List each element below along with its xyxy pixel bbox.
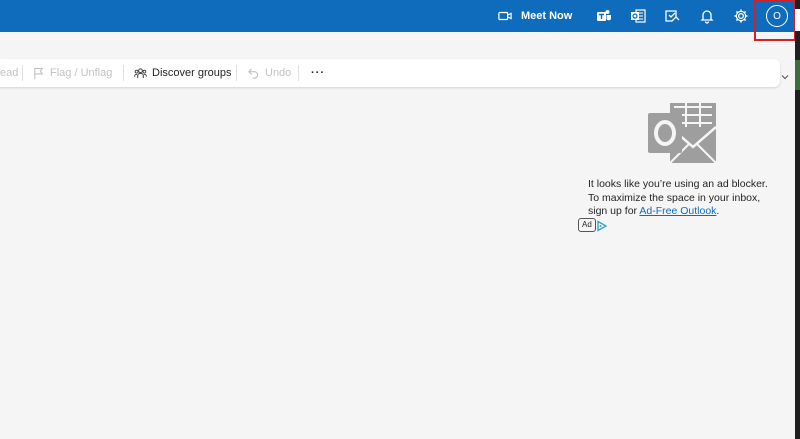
bell-icon[interactable] bbox=[693, 0, 721, 32]
more-options-button[interactable]: ··· bbox=[311, 59, 325, 87]
command-toolbar: ead Flag / Unflag Discover groups Undo ·… bbox=[0, 59, 780, 87]
teams-icon[interactable] bbox=[590, 0, 618, 32]
read-unread-button[interactable]: ead bbox=[0, 59, 18, 87]
adchoices-icon[interactable] bbox=[596, 219, 608, 232]
undo-icon bbox=[247, 67, 265, 80]
outlook-icon[interactable] bbox=[624, 0, 652, 32]
undo-label: Undo bbox=[265, 67, 292, 79]
edge-marker bbox=[795, 9, 800, 31]
ad-badge: Ad bbox=[578, 218, 596, 232]
read-unread-label: ead bbox=[0, 67, 19, 79]
meet-now-button[interactable]: Meet Now bbox=[498, 0, 584, 32]
video-icon bbox=[498, 9, 512, 23]
avatar[interactable]: O bbox=[766, 5, 788, 27]
flag-icon bbox=[32, 67, 50, 80]
gear-icon[interactable] bbox=[727, 0, 755, 32]
toolbar-divider bbox=[22, 65, 23, 81]
toolbar-divider bbox=[123, 65, 124, 81]
toolbar-divider bbox=[236, 65, 237, 81]
ad-blocker-message: It looks like you’re using an ad blocker… bbox=[588, 178, 780, 219]
flag-unflag-label: Flag / Unflag bbox=[50, 67, 113, 79]
discover-groups-label: Discover groups bbox=[152, 67, 232, 79]
avatar-initial: O bbox=[773, 10, 781, 22]
undo-button[interactable]: Undo bbox=[247, 59, 291, 87]
top-app-bar: Meet Now bbox=[0, 0, 800, 32]
window-edge bbox=[795, 0, 800, 439]
outlook-logo bbox=[646, 101, 718, 165]
discover-groups-button[interactable]: Discover groups bbox=[134, 59, 231, 87]
meet-now-label: Meet Now bbox=[521, 10, 573, 22]
ad-text-period: . bbox=[716, 205, 720, 217]
edge-marker-green bbox=[795, 60, 800, 90]
toolbar-divider bbox=[298, 65, 299, 81]
people-icon bbox=[134, 67, 152, 80]
todo-icon[interactable] bbox=[658, 0, 686, 32]
account-highlight-box: O bbox=[754, 0, 796, 41]
flag-unflag-button[interactable]: Flag / Unflag bbox=[32, 59, 112, 87]
more-options-label: ··· bbox=[311, 67, 325, 79]
chevron-down-icon[interactable] bbox=[780, 72, 794, 86]
ad-free-outlook-link[interactable]: Ad-Free Outlook bbox=[639, 205, 716, 217]
